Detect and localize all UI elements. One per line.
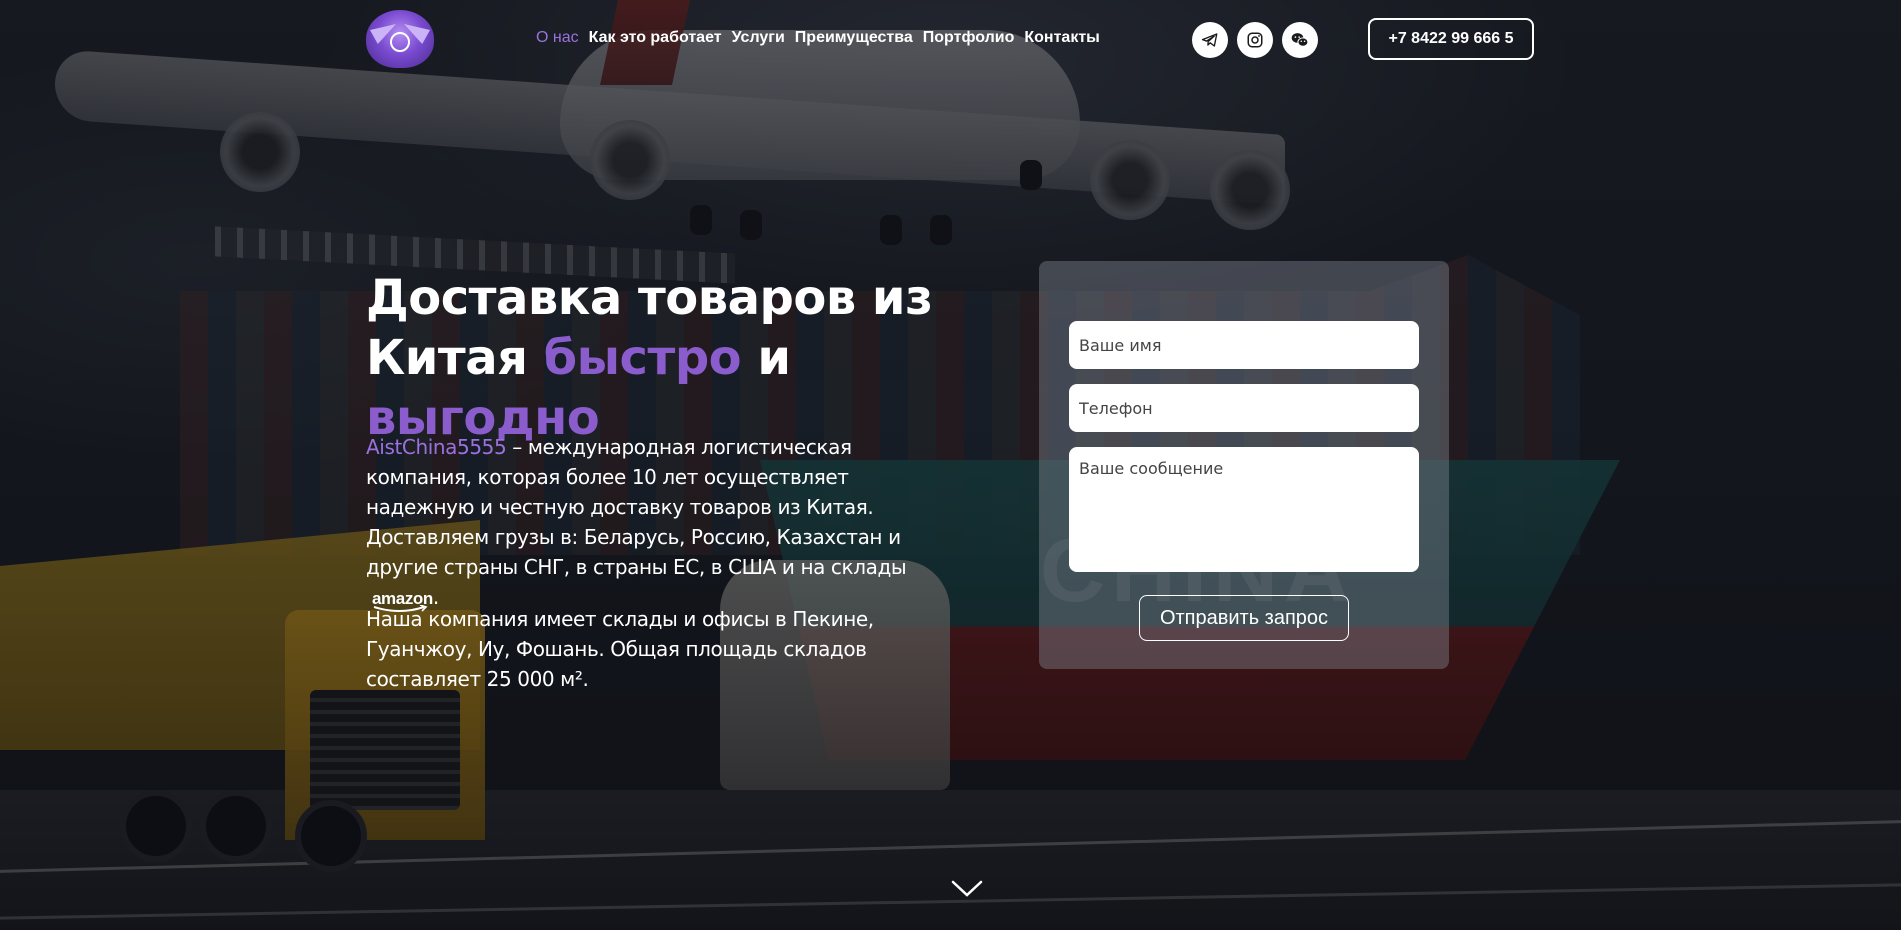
telegram-icon	[1201, 33, 1218, 47]
hero-title: Доставка товаров из Китая быстро и выгод…	[366, 268, 966, 448]
request-form: Отправить запрос	[1039, 261, 1449, 669]
hero-title-and: и	[757, 330, 791, 386]
nav-link-contacts[interactable]: Контакты	[1024, 29, 1099, 47]
message-textarea[interactable]	[1069, 447, 1419, 572]
wechat-icon	[1291, 33, 1309, 47]
wechat-button[interactable]	[1282, 22, 1318, 58]
chevron-down-icon[interactable]	[950, 878, 984, 900]
logo[interactable]	[366, 10, 434, 68]
phone-input[interactable]	[1069, 384, 1419, 432]
nav-link-advantages[interactable]: Преимущества	[795, 29, 913, 47]
name-input[interactable]	[1069, 321, 1419, 369]
main-nav: О нас Как это работает Услуги Преимущест…	[536, 29, 1100, 47]
brand-name: AistChina5555	[366, 435, 507, 459]
hero-background-image: CHINA	[0, 0, 1901, 930]
phone-button[interactable]: +7 8422 99 666 5	[1368, 18, 1534, 60]
logo-emblem-icon	[390, 32, 410, 52]
hero-description: AistChina5555 – международная логистичес…	[366, 432, 946, 612]
hero-description-warehouses: Наша компания имеет склады и офисы в Пек…	[366, 607, 874, 691]
instagram-button[interactable]	[1237, 22, 1273, 58]
nav-link-services[interactable]: Услуги	[732, 29, 785, 47]
instagram-icon	[1247, 32, 1263, 48]
nav-link-about[interactable]: О нас	[536, 29, 579, 47]
submit-request-button[interactable]: Отправить запрос	[1139, 595, 1349, 641]
hero-title-accent-fast: быстро	[543, 330, 742, 386]
telegram-button[interactable]	[1192, 22, 1228, 58]
nav-link-how-it-works[interactable]: Как это работает	[589, 29, 722, 47]
site-header: О нас Как это работает Услуги Преимущест…	[0, 0, 1901, 80]
nav-link-portfolio[interactable]: Портфолио	[923, 29, 1015, 47]
